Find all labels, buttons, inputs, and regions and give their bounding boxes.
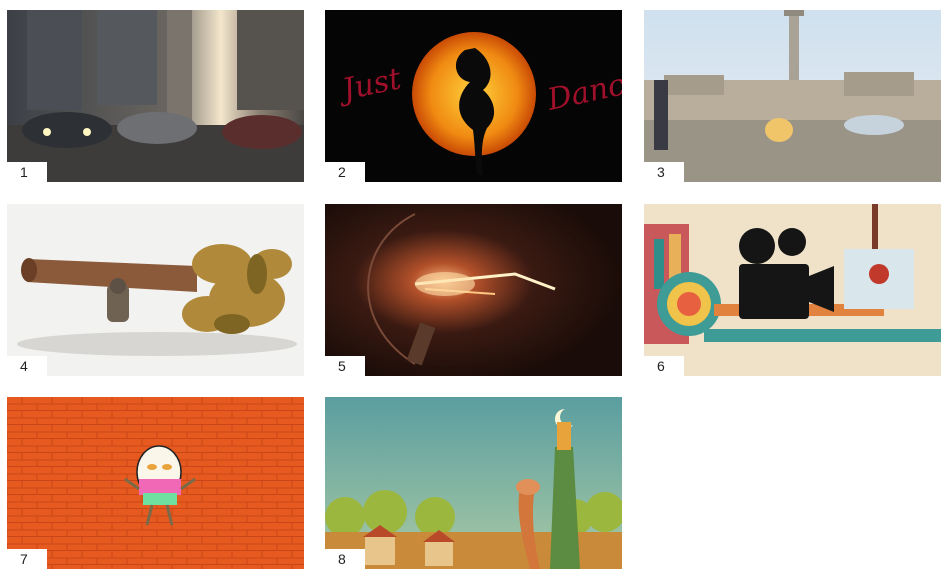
creature-log-image [7,204,304,376]
thumbnail-6[interactable]: 6 [644,204,941,376]
thumbnail-number: 3 [644,162,684,182]
thumbnail-number: 1 [7,162,47,182]
thumbnail-4[interactable]: 4 [7,204,304,376]
thumbnail-number: 4 [7,356,47,376]
thumbnail-number: 8 [325,549,365,569]
thumbnail-number: 7 [7,549,47,569]
just-dance-poster-image: Just Dance [325,10,622,182]
thumbnail-7[interactable]: 7 [7,397,304,569]
thumbnail-number: 6 [644,356,684,376]
thumbnail-8[interactable]: 8 [325,397,622,569]
film-camera-illustration [644,204,941,376]
humpty-dumpty-image [7,397,304,569]
thumbnail-2[interactable]: Just Dance 2 [325,10,622,182]
thumbnail-5[interactable]: 5 [325,204,622,376]
whimsical-town-image [325,397,622,569]
thumbnail-1[interactable]: 1 [7,10,304,182]
street-scene-image [7,10,304,182]
thumbnail-3[interactable]: 3 [644,10,941,182]
lightbulb-image [325,204,622,376]
city-square-image [644,10,941,182]
thumbnail-number: 2 [325,162,365,182]
thumbnail-number: 5 [325,356,365,376]
